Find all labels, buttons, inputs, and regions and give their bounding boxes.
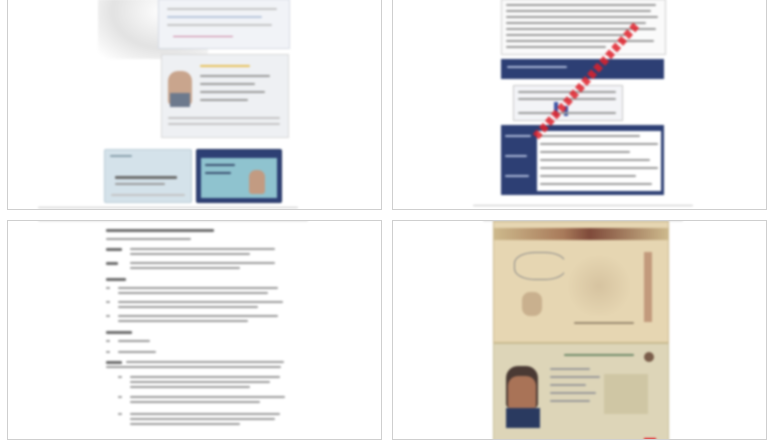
thumbnail-preview [393,221,766,439]
thumbnail-preview [8,221,381,439]
document-thumbnail-1[interactable] [7,0,382,210]
document-thumbnail-3[interactable] [7,220,382,440]
document-thumbnail-4[interactable] [392,220,767,440]
thumbnail-preview [393,0,766,209]
thumbnail-preview [8,0,381,209]
document-thumbnail-2[interactable] [392,0,767,210]
